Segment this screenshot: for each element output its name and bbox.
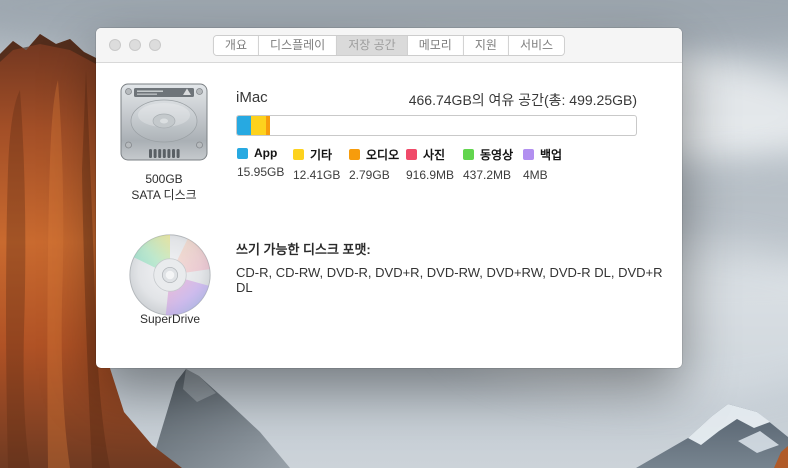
legend-value: 4MB bbox=[523, 168, 562, 182]
bar-segment-other bbox=[251, 116, 266, 135]
legend-label: App bbox=[254, 146, 277, 160]
traffic-lights bbox=[109, 39, 161, 51]
legend-label: 오디오 bbox=[366, 146, 399, 163]
bar-segment-app bbox=[237, 116, 251, 135]
legend-label: 동영상 bbox=[480, 146, 513, 163]
legend-swatch-audio bbox=[349, 149, 360, 160]
hard-disk-label-line2: SATA 디스크 bbox=[96, 187, 232, 203]
legend-item-backups: 백업 4MB bbox=[523, 146, 562, 182]
legend-value: 916.9MB bbox=[406, 168, 454, 182]
tab-support[interactable]: 지원 bbox=[464, 36, 509, 55]
legend-label: 백업 bbox=[540, 146, 562, 163]
zoom-button[interactable] bbox=[149, 39, 161, 51]
legend-swatch-other bbox=[293, 149, 304, 160]
about-this-mac-window: 개요 디스플레이 저장 공간 메모리 지원 서비스 bbox=[96, 28, 682, 368]
titlebar[interactable]: 개요 디스플레이 저장 공간 메모리 지원 서비스 bbox=[96, 28, 682, 63]
free-space-text: 466.74GB의 여유 공간(총: 499.25GB) bbox=[409, 90, 637, 110]
legend-swatch-movies bbox=[463, 149, 474, 160]
legend-item-other: 기타 12.41GB bbox=[293, 146, 340, 182]
legend-swatch-app bbox=[237, 148, 248, 159]
legend-value: 437.2MB bbox=[463, 168, 513, 182]
legend-item-movies: 동영상 437.2MB bbox=[463, 146, 513, 182]
legend-value: 12.41GB bbox=[293, 168, 340, 182]
legend-item-photos: 사진 916.9MB bbox=[406, 146, 454, 182]
storage-usage-bar bbox=[236, 115, 637, 136]
legend-value: 2.79GB bbox=[349, 168, 399, 182]
legend-label: 사진 bbox=[423, 146, 445, 163]
bar-segment-audio bbox=[266, 116, 270, 135]
legend-item-audio: 오디오 2.79GB bbox=[349, 146, 399, 182]
writable-formats-heading: 쓰기 가능한 디스크 포맷: bbox=[236, 239, 371, 258]
legend-item-app: App 15.95GB bbox=[237, 146, 284, 179]
superdrive-label: SuperDrive bbox=[102, 312, 238, 326]
close-button[interactable] bbox=[109, 39, 121, 51]
hard-disk-label: 500GB SATA 디스크 bbox=[96, 171, 232, 203]
writable-formats-list: CD-R, CD-RW, DVD-R, DVD+R, DVD-RW, DVD+R… bbox=[236, 265, 682, 295]
hard-disk-label-line1: 500GB bbox=[96, 171, 232, 187]
hard-disk-icon[interactable] bbox=[120, 83, 208, 163]
legend-swatch-photos bbox=[406, 149, 417, 160]
superdrive-disc-icon[interactable] bbox=[127, 232, 213, 318]
legend-value: 15.95GB bbox=[237, 165, 284, 179]
minimize-button[interactable] bbox=[129, 39, 141, 51]
tab-displays[interactable]: 디스플레이 bbox=[259, 36, 337, 55]
tab-memory[interactable]: 메모리 bbox=[408, 36, 464, 55]
legend-label: 기타 bbox=[310, 146, 332, 163]
tab-overview[interactable]: 개요 bbox=[214, 36, 259, 55]
tab-bar: 개요 디스플레이 저장 공간 메모리 지원 서비스 bbox=[213, 35, 565, 56]
screen: 개요 디스플레이 저장 공간 메모리 지원 서비스 bbox=[0, 0, 788, 468]
tab-storage[interactable]: 저장 공간 bbox=[337, 36, 408, 55]
disk-title: iMac bbox=[236, 89, 268, 106]
tab-service[interactable]: 서비스 bbox=[509, 36, 564, 55]
legend-swatch-backups bbox=[523, 149, 534, 160]
